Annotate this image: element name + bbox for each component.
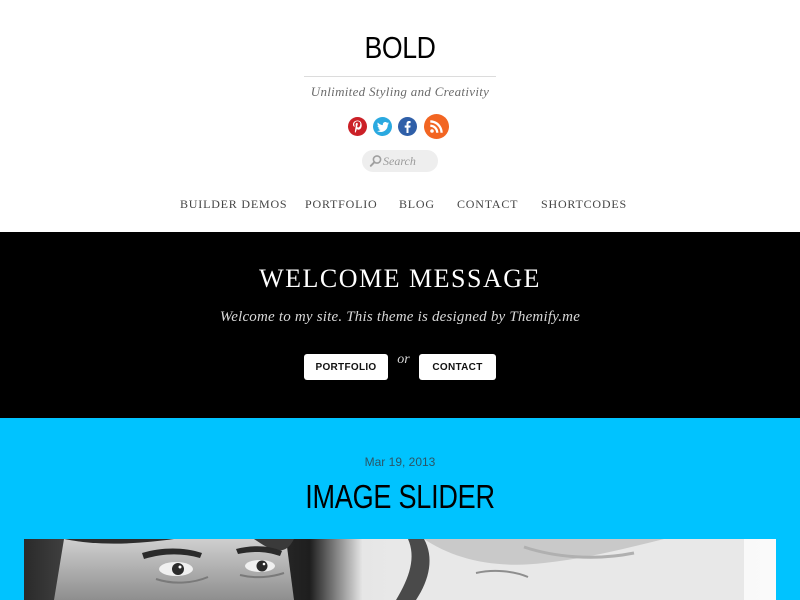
image-slider[interactable] bbox=[24, 539, 776, 600]
rss-icon[interactable] bbox=[424, 114, 449, 139]
or-separator: or bbox=[397, 352, 410, 367]
pinterest-glyph bbox=[353, 120, 362, 133]
site-tagline: Unlimited Styling and Creativity bbox=[310, 84, 490, 99]
post-date: Mar 19, 2013 bbox=[364, 455, 436, 469]
search-input[interactable] bbox=[383, 152, 435, 170]
search-box[interactable] bbox=[362, 150, 438, 172]
nav-item-blog[interactable]: BLOG bbox=[399, 194, 435, 214]
nav-item-portfolio[interactable]: PORTFOLIO bbox=[305, 194, 378, 214]
post-section: Mar 19, 2013 IMAGE SLIDER bbox=[0, 418, 800, 600]
social-links bbox=[346, 114, 456, 140]
site-title[interactable]: BOLD bbox=[56, 28, 744, 68]
welcome-text: Welcome to my site. This theme is design… bbox=[219, 309, 581, 325]
twitter-glyph bbox=[376, 121, 389, 132]
search-icon bbox=[369, 155, 382, 167]
site-header: BOLD Unlimited Styling and Creativity Se… bbox=[0, 0, 800, 232]
twitter-icon[interactable] bbox=[373, 117, 392, 136]
title-divider bbox=[304, 76, 496, 77]
contact-button[interactable]: CONTACT bbox=[419, 354, 496, 380]
welcome-section: WELCOME MESSAGE Welcome to my site. This… bbox=[0, 232, 800, 418]
nav-item-shortcodes[interactable]: SHORTCODES bbox=[541, 194, 627, 214]
portfolio-button[interactable]: PORTFOLIO bbox=[304, 354, 388, 380]
post-title[interactable]: IMAGE SLIDER bbox=[72, 476, 728, 518]
pinterest-icon[interactable] bbox=[348, 117, 367, 136]
facebook-glyph bbox=[404, 120, 411, 133]
welcome-title: WELCOME MESSAGE bbox=[259, 264, 541, 293]
rss-glyph bbox=[430, 120, 443, 133]
facebook-icon[interactable] bbox=[398, 117, 417, 136]
main-nav: BUILDER DEMOS PORTFOLIO BLOG CONTACT SHO… bbox=[0, 194, 800, 214]
slider-photo bbox=[24, 539, 776, 600]
nav-item-builder-demos[interactable]: BUILDER DEMOS bbox=[180, 194, 287, 214]
nav-item-contact[interactable]: CONTACT bbox=[457, 194, 518, 214]
